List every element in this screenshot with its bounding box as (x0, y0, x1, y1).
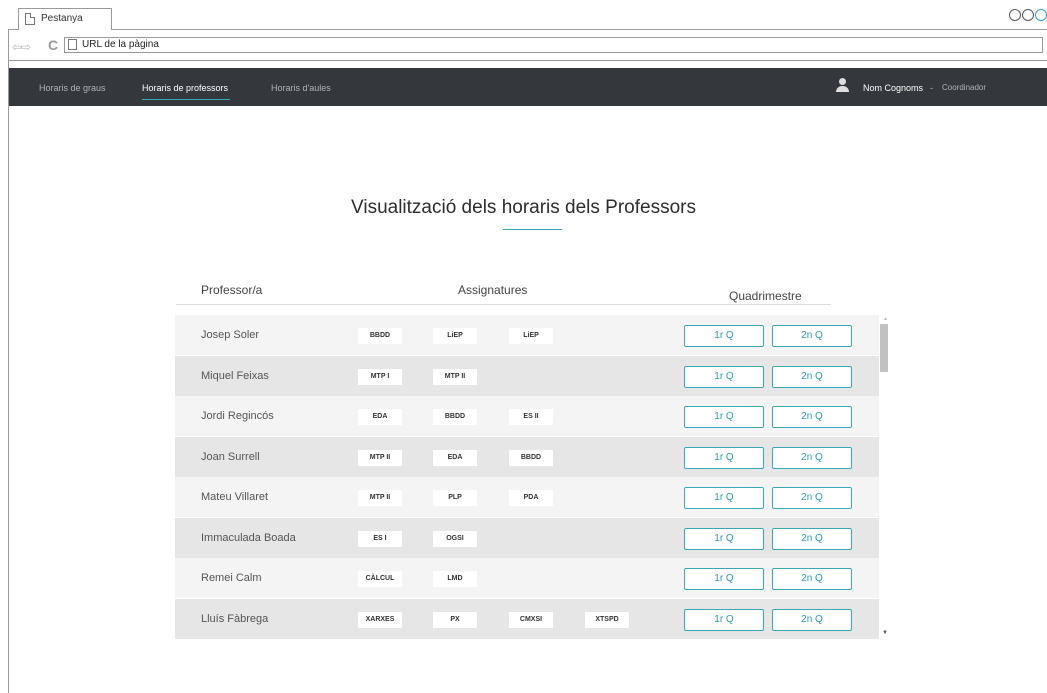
professor-name: Immaculada Boada (201, 531, 296, 544)
nav-link-horaris-graus[interactable]: Horaris de graus (39, 83, 106, 93)
nav-link-horaris-aules[interactable]: Horaris d'aules (271, 83, 331, 93)
table-row: Remei Calm CÀLCUL LMD 1r Q 2n Q (175, 558, 879, 598)
professor-name: Remei Calm (201, 572, 262, 584)
user-icon[interactable] (836, 78, 849, 92)
subject-tag[interactable]: OGSI (433, 530, 477, 547)
table-row: Jordi Regincós EDA BBDD ES II 1r Q 2n Q (175, 396, 879, 436)
url-input[interactable]: URL de la pàgina (64, 37, 1043, 53)
subject-tag[interactable]: XARXES (358, 611, 402, 628)
semester-2-button[interactable]: 2n Q (772, 406, 852, 428)
table-row: Joan Surrell MTP II EDA BBDD 1r Q 2n Q (175, 436, 879, 477)
subject-tag[interactable]: LiEP (509, 328, 553, 344)
page-icon (68, 39, 77, 50)
window-control-icon[interactable] (1009, 9, 1021, 21)
subject-tag[interactable]: MTP II (358, 490, 402, 506)
subject-tag[interactable]: PX (433, 611, 477, 628)
semester-2-button[interactable]: 2n Q (772, 325, 852, 347)
subject-tag[interactable]: MTP I (358, 368, 402, 385)
semester-1-button[interactable]: 1r Q (684, 365, 764, 388)
semester-1-button[interactable]: 1r Q (684, 487, 764, 509)
header-professor: Professor/a (201, 283, 263, 297)
nav-link-horaris-professors[interactable]: Horaris de professors (142, 83, 231, 100)
user-role: Coordinador (942, 83, 987, 92)
semester-2-button[interactable]: 2n Q (772, 608, 852, 631)
subject-tag[interactable]: BBDD (433, 409, 477, 425)
scrollbar[interactable]: ▲ ▼ (879, 315, 890, 641)
professors-table: Josep Soler BBDD LiEP LiEP 1r Q 2n Q Miquel Fe… (175, 315, 879, 641)
reload-icon[interactable]: C (48, 37, 58, 53)
table-row: Lluís Fàbrega XARXES PX CMXSI XTSPD 1r Q 2n Q (175, 598, 879, 639)
tab-title: Pestanya (41, 13, 83, 24)
header-semester: Quadrimestre (729, 289, 802, 303)
professor-name: Josep Soler (201, 329, 260, 341)
title-underline (503, 229, 562, 230)
window-control-icon[interactable] (1022, 9, 1034, 21)
semester-1-button[interactable]: 1r Q (684, 568, 764, 590)
subject-tag[interactable]: MTP II (433, 368, 477, 385)
subject-tag[interactable]: BBDD (509, 449, 553, 466)
professor-name: Miquel Feixas (201, 369, 269, 382)
tab-bar: Pestanya (8, 7, 1047, 30)
table-row: Mateu Villaret MTP II PLP PDA 1r Q 2n Q (175, 477, 879, 517)
subject-tag[interactable]: ES II (509, 409, 553, 425)
semester-2-button[interactable]: 2n Q (772, 527, 852, 550)
url-text: URL de la pàgina (82, 39, 159, 50)
semester-2-button[interactable]: 2n Q (772, 487, 852, 509)
subject-tag[interactable]: LMD (433, 571, 477, 587)
professor-name: Joan Surrell (201, 450, 260, 463)
semester-2-button[interactable]: 2n Q (772, 365, 852, 388)
semester-1-button[interactable]: 1r Q (684, 406, 764, 428)
user-name[interactable]: Nom Cognoms (863, 83, 923, 93)
professor-name: Jordi Regincós (201, 410, 274, 422)
scroll-down-icon[interactable]: ▼ (882, 630, 888, 636)
header-subjects: Assignatures (458, 283, 528, 297)
subject-tag[interactable]: XTSPD (585, 611, 629, 628)
scroll-up-icon[interactable]: ▲ (883, 316, 888, 322)
subject-tag[interactable]: EDA (358, 409, 402, 425)
window-control-icon[interactable] (1035, 9, 1047, 21)
window-controls (1009, 9, 1047, 21)
table-row: Josep Soler BBDD LiEP LiEP 1r Q 2n Q (175, 315, 879, 355)
back-forward-icon[interactable]: ⇦⇨ (12, 40, 31, 54)
subject-tag[interactable]: BBDD (358, 328, 402, 344)
professor-name: Lluís Fàbrega (201, 612, 269, 625)
semester-1-button[interactable]: 1r Q (684, 527, 764, 550)
scroll-thumb[interactable] (880, 324, 888, 372)
professor-name: Mateu Villaret (201, 491, 269, 503)
page-icon (25, 13, 35, 25)
subject-tag[interactable]: LiEP (433, 328, 477, 344)
top-navbar: Horaris de graus Horaris de professors H… (9, 68, 1047, 106)
subject-tag[interactable]: PLP (433, 490, 477, 506)
semester-2-button[interactable]: 2n Q (772, 446, 852, 469)
subject-tag[interactable]: MTP II (358, 449, 402, 466)
page-title: Visualització dels horaris dels Professo… (351, 197, 696, 218)
semester-1-button[interactable]: 1r Q (684, 446, 764, 469)
subject-tag[interactable]: EDA (433, 449, 477, 466)
semester-1-button[interactable]: 1r Q (684, 325, 764, 347)
subject-tag[interactable]: PDA (509, 490, 553, 506)
subject-tag[interactable]: ES I (358, 530, 402, 547)
header-divider (176, 304, 831, 305)
semester-1-button[interactable]: 1r Q (684, 608, 764, 631)
browser-tab[interactable]: Pestanya (18, 8, 112, 30)
subject-tag[interactable]: CMXSI (509, 611, 553, 628)
semester-2-button[interactable]: 2n Q (772, 568, 852, 590)
address-bar: ⇦⇨ C URL de la pàgina (8, 31, 1047, 61)
table-row: Miquel Feixas MTP I MTP II 1r Q 2n Q (175, 355, 879, 396)
separator: - (930, 83, 933, 93)
table-row: Immaculada Boada ES I OGSI 1r Q 2n Q (175, 517, 879, 558)
subject-tag[interactable]: CÀLCUL (358, 571, 402, 587)
